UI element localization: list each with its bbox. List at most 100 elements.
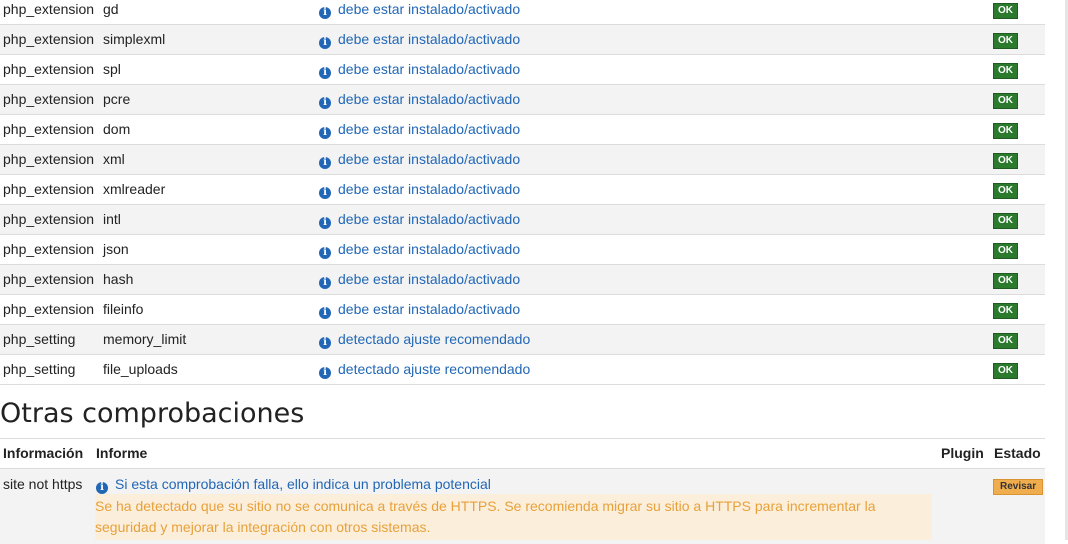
requirement-info: i debe estar instalado/activado (319, 235, 520, 264)
header-plugin: Plugin (941, 445, 984, 461)
requirement-message[interactable]: debe estar instalado/activado (338, 31, 520, 47)
requirement-info: i debe estar instalado/activado (319, 55, 520, 84)
requirement-type: php_extension (3, 151, 95, 167)
requirement-name: xmlreader (103, 181, 166, 197)
requirement-info: i debe estar instalado/activado (319, 115, 520, 144)
status-badge-ok: OK (993, 183, 1018, 199)
info-circle-icon: i (96, 482, 108, 494)
header-info: Información (3, 445, 84, 461)
other-checks-table: Información Informe Plugin Estado site n… (0, 438, 1045, 544)
requirement-name: intl (103, 211, 121, 227)
requirement-message[interactable]: debe estar instalado/activado (338, 121, 520, 137)
info-circle-icon: i (319, 97, 331, 109)
table-row: php_extension gd i debe estar instalado/act… (0, 0, 1045, 25)
section-title-other-checks: Otras comprobaciones (0, 398, 305, 429)
requirement-type: php_extension (3, 91, 95, 107)
requirement-message[interactable]: debe estar instalado/activado (338, 241, 520, 257)
requirement-type: php_extension (3, 301, 95, 317)
report-message[interactable]: Si esta comprobación falla, ello indica … (115, 476, 491, 492)
info-circle-icon: i (319, 367, 331, 379)
requirement-info: i debe estar instalado/activado (319, 0, 520, 24)
info-circle-icon: i (319, 217, 331, 229)
requirement-type: php_extension (3, 31, 95, 47)
requirement-info: i detectado ajuste recomendado (319, 355, 530, 384)
requirement-message[interactable]: debe estar instalado/activado (338, 91, 520, 107)
requirement-name: simplexml (103, 31, 166, 47)
table-row: php_extension xml i debe estar instalado/ac… (0, 145, 1045, 175)
requirement-message[interactable]: debe estar instalado/activado (338, 271, 520, 287)
requirement-info: i debe estar instalado/activado (319, 265, 520, 294)
table-row: php_extension xmlreader i debe estar instal… (0, 175, 1045, 205)
requirement-type: php_extension (3, 241, 95, 257)
requirement-info: i debe estar instalado/activado (319, 205, 520, 234)
header-status: Estado (994, 445, 1041, 461)
info-circle-icon: i (319, 67, 331, 79)
requirement-info: i debe estar instalado/activado (319, 85, 520, 114)
status-badge-ok: OK (993, 363, 1018, 379)
requirement-type: php_extension (3, 211, 95, 227)
table-row: php_extension hash i debe estar instalado/a… (0, 265, 1045, 295)
requirement-message[interactable]: debe estar instalado/activado (338, 151, 520, 167)
status-badge-ok: OK (993, 273, 1018, 289)
requirement-message[interactable]: debe estar instalado/activado (338, 211, 520, 227)
status-badge-ok: OK (993, 333, 1018, 349)
info-circle-icon: i (319, 337, 331, 349)
requirement-info: i debe estar instalado/activado (319, 25, 520, 54)
info-circle-icon: i (319, 157, 331, 169)
requirement-type: php_setting (3, 331, 76, 347)
status-badge-ok: OK (993, 243, 1018, 259)
requirement-name: xml (103, 151, 125, 167)
info-circle-icon: i (319, 247, 331, 259)
warning-message: Se ha detectado que su sitio no se comun… (95, 494, 932, 540)
table-row: php_extension spl i debe estar instalado/ac… (0, 55, 1045, 85)
status-badge-ok: OK (993, 33, 1018, 49)
status-badge-ok: OK (993, 213, 1018, 229)
requirement-name: memory_limit (103, 331, 187, 347)
table-row: site not https i Si esta comprobación fal… (0, 469, 1045, 544)
status-badge-ok: OK (993, 63, 1018, 79)
requirement-name: gd (103, 1, 119, 17)
requirement-message[interactable]: debe estar instalado/activado (338, 301, 520, 317)
requirement-name: pcre (103, 91, 131, 107)
status-badge-ok: OK (993, 303, 1018, 319)
requirement-type: php_extension (3, 1, 95, 17)
requirement-type: php_extension (3, 181, 95, 197)
info-circle-icon: i (319, 7, 331, 19)
requirement-info: i debe estar instalado/activado (319, 175, 520, 204)
check-name: site not https (3, 476, 83, 492)
requirement-name: json (103, 241, 129, 257)
requirement-type: php_extension (3, 121, 95, 137)
info-circle-icon: i (319, 127, 331, 139)
requirement-name: file_uploads (103, 361, 178, 377)
requirement-message[interactable]: detectado ajuste recomendado (338, 331, 530, 347)
requirement-message[interactable]: debe estar instalado/activado (338, 1, 520, 17)
table-row: php_setting file_uploads i detectado ajuste… (0, 355, 1045, 385)
requirement-type: php_extension (3, 271, 95, 287)
requirement-info: i debe estar instalado/activado (319, 145, 520, 174)
table-row: php_extension simplexml i debe estar instal… (0, 25, 1045, 55)
requirement-name: dom (103, 121, 131, 137)
table-row: php_extension json i debe estar instalado/a… (0, 235, 1045, 265)
table-row: php_extension intl i debe estar instalado/a… (0, 205, 1045, 235)
table-row: php_extension pcre i debe estar instalado/a… (0, 85, 1045, 115)
status-badge-ok: OK (993, 3, 1018, 19)
requirement-message[interactable]: detectado ajuste recomendado (338, 361, 530, 377)
info-circle-icon: i (319, 307, 331, 319)
requirement-name: spl (103, 61, 121, 77)
requirement-message[interactable]: debe estar instalado/activado (338, 61, 520, 77)
table-row: php_extension dom i debe estar instalado/ac… (0, 115, 1045, 145)
info-circle-icon: i (319, 187, 331, 199)
info-circle-icon: i (319, 37, 331, 49)
table-row: php_extension fileinfo i debe estar instala… (0, 295, 1045, 325)
requirement-type: php_setting (3, 361, 76, 377)
status-badge-ok: OK (993, 93, 1018, 109)
status-badge-ok: OK (993, 123, 1018, 139)
requirement-info: i detectado ajuste recomendado (319, 325, 530, 354)
requirement-type: php_extension (3, 61, 95, 77)
requirement-name: fileinfo (103, 301, 144, 317)
table-header: Información Informe Plugin Estado (0, 438, 1045, 469)
requirement-message[interactable]: debe estar instalado/activado (338, 181, 520, 197)
status-badge-review: Revisar (993, 479, 1044, 495)
requirement-name: hash (103, 271, 134, 287)
table-row: php_setting memory_limit i detectado ajuste… (0, 325, 1045, 355)
